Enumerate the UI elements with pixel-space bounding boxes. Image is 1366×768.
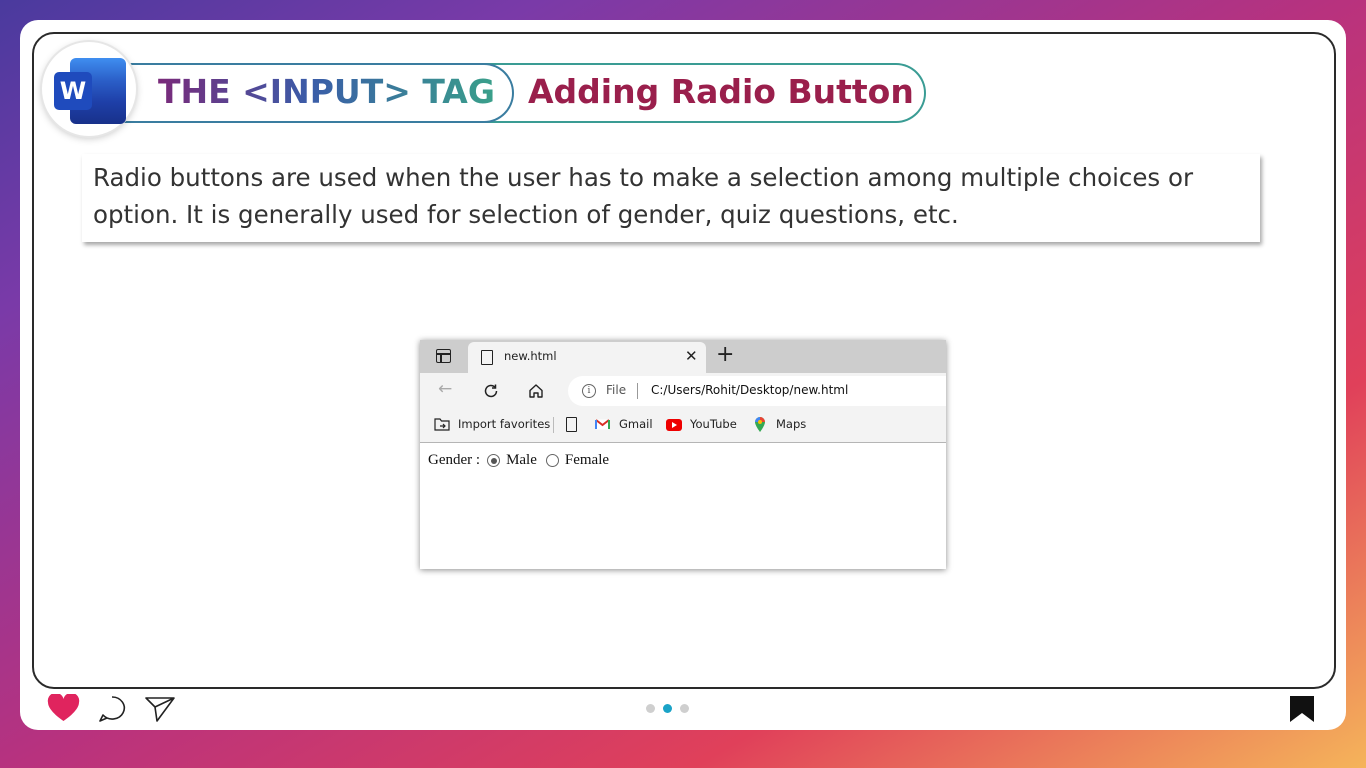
radio-male-label: Male [506, 452, 537, 468]
address-divider [637, 383, 638, 399]
description-text: Radio buttons are used when the user has… [93, 163, 1194, 229]
send-icon[interactable] [144, 695, 176, 723]
comment-icon[interactable] [98, 695, 126, 723]
gmail-icon [595, 419, 610, 430]
close-tab-icon[interactable]: ✕ [685, 347, 698, 365]
gender-label: Gender : [428, 452, 481, 468]
info-icon[interactable]: i [582, 384, 596, 398]
tab-actions-icon[interactable] [436, 349, 451, 363]
word-logo-letter: W [54, 72, 92, 110]
tab-strip: new.html ✕ + [420, 340, 946, 373]
bookmark-import-favorites[interactable]: Import favorites [458, 417, 550, 431]
back-arrow-icon[interactable]: ← [438, 379, 452, 399]
bookmark-maps[interactable]: Maps [776, 417, 806, 431]
slide-title: THE <INPUT> TAG [158, 70, 495, 114]
radio-female-label: Female [564, 452, 610, 468]
heart-icon[interactable] [47, 694, 80, 722]
bookmark-gmail[interactable]: Gmail [619, 417, 653, 431]
bookmark-icon[interactable] [1289, 695, 1315, 723]
page-icon[interactable] [566, 417, 577, 432]
page-content: Gender : Male Female [428, 452, 609, 469]
youtube-icon [666, 419, 682, 431]
browser-toolbar: ← i File C:/Users/Rohit/Desktop/new.html [420, 373, 946, 408]
refresh-icon[interactable] [482, 382, 500, 400]
home-icon[interactable] [527, 382, 545, 400]
maps-icon [755, 417, 765, 432]
radio-female[interactable] [545, 454, 559, 467]
new-tab-icon[interactable]: + [716, 342, 734, 368]
page-dot-active[interactable] [663, 704, 672, 713]
address-scheme: File [606, 383, 627, 397]
pagination-dots [646, 704, 689, 713]
browser-window: new.html ✕ + ← i File C:/Users/Rohit/Des… [420, 340, 946, 569]
file-icon [481, 350, 493, 365]
tab-new-html[interactable]: new.html ✕ [468, 342, 706, 373]
slide-subtitle: Adding Radio Button [528, 72, 914, 111]
page-dot[interactable] [646, 704, 655, 713]
import-icon [434, 418, 450, 431]
bookmarks-divider [553, 417, 554, 433]
address-bar[interactable]: i File C:/Users/Rohit/Desktop/new.html [568, 376, 946, 406]
bookmark-youtube[interactable]: YouTube [690, 417, 737, 431]
radio-male[interactable] [487, 454, 501, 467]
bookmarks-bar: Import favorites Gmail YouTube Maps [420, 408, 946, 443]
page-dot[interactable] [680, 704, 689, 713]
description-box: Radio buttons are used when the user has… [82, 154, 1260, 242]
address-url[interactable]: C:/Users/Rohit/Desktop/new.html [651, 383, 848, 397]
tab-title: new.html [504, 349, 557, 363]
